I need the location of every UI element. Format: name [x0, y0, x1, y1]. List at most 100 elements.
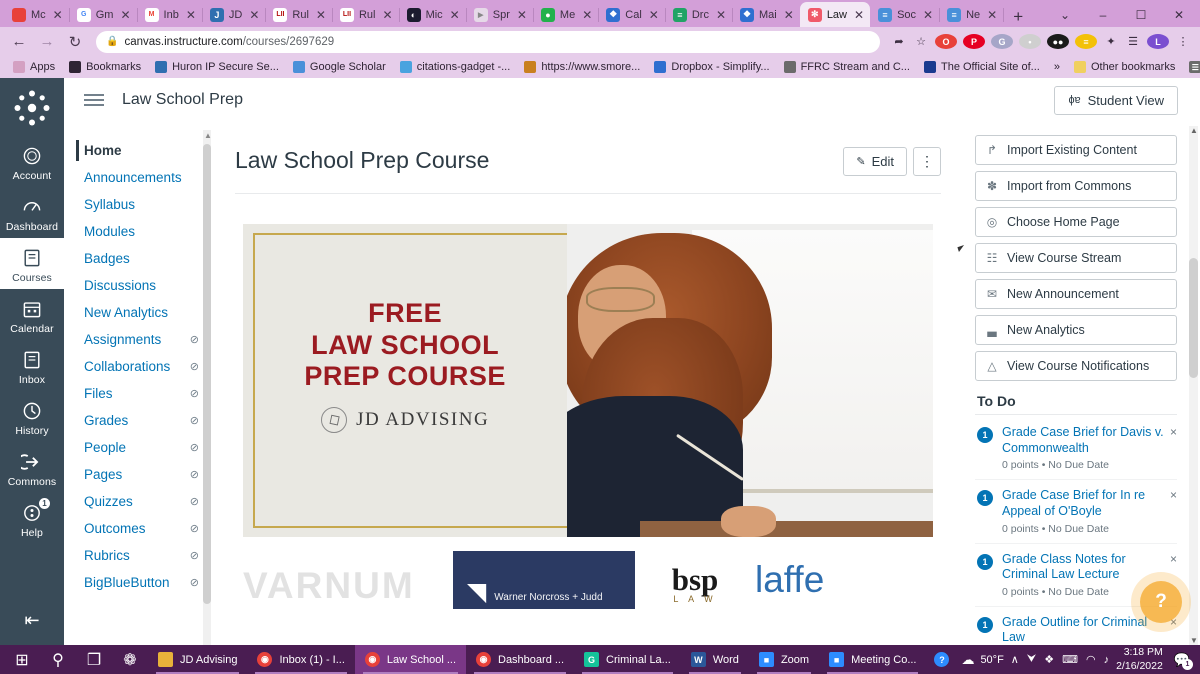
notes-extension-icon[interactable]: ≡ — [1075, 34, 1097, 49]
todo-title[interactable]: Grade Outline for Criminal Law — [1002, 615, 1165, 645]
page-scroll-up-icon[interactable]: ▲ — [1190, 126, 1198, 135]
tab-close-icon[interactable]: ✕ — [515, 9, 529, 21]
keyboard-icon[interactable]: ⌨ — [1062, 653, 1078, 666]
taskbar-app-2[interactable]: ◉ Law School ... — [354, 645, 466, 674]
task-view-icon[interactable]: ❐ — [76, 645, 112, 674]
bookmark-dropbox-simplify[interactable]: Dropbox - Simplify... — [647, 59, 776, 75]
taskbar-app-3[interactable]: ◉ Dashboard ... — [466, 645, 574, 674]
forward-button[interactable]: → — [34, 29, 60, 55]
course-nav-files[interactable]: Files ⊘ — [64, 380, 209, 407]
global-nav-inbox[interactable]: Inbox — [0, 340, 64, 391]
taskbar-help-icon[interactable]: ? — [926, 645, 957, 674]
tab-close-icon[interactable]: ✕ — [852, 9, 866, 21]
extensions-puzzle-icon[interactable]: ✦ — [1100, 31, 1122, 53]
browser-tab-12[interactable]: ✻ Law ✕ — [799, 2, 871, 27]
course-nav-syllabus[interactable]: Syllabus — [64, 191, 209, 218]
wifi-icon[interactable]: ◠ — [1086, 653, 1096, 666]
browser-tab-4[interactable]: LII Rul ✕ — [265, 2, 333, 27]
bookmark-bookmarks[interactable]: Bookmarks — [62, 59, 148, 75]
share-icon[interactable]: ➦ — [888, 31, 910, 53]
search-icon[interactable]: ⚲ — [40, 645, 76, 674]
rail-button-new-analytics[interactable]: ▃ New Analytics — [975, 315, 1177, 345]
todo-dismiss-icon[interactable]: × — [1170, 425, 1177, 439]
course-nav-scrollbar[interactable]: ▲ — [203, 130, 212, 645]
page-scrollbar[interactable]: ▲ ▼ — [1189, 126, 1198, 645]
tab-close-icon[interactable]: ✕ — [381, 9, 395, 21]
rail-button-view-course-stream[interactable]: ☷ View Course Stream — [975, 243, 1177, 273]
cortana-icon[interactable]: ❁ — [112, 645, 148, 674]
browser-tab-13[interactable]: ≡ Soc ✕ — [870, 2, 941, 27]
course-nav-rubrics[interactable]: Rubrics ⊘ — [64, 542, 209, 569]
tab-close-icon[interactable]: ✕ — [714, 9, 728, 21]
tab-close-icon[interactable]: ✕ — [921, 9, 935, 21]
bookmark-google-scholar[interactable]: Google Scholar — [286, 59, 393, 75]
reading-list-icon[interactable]: ☰ — [1122, 31, 1144, 53]
taskbar-app-4[interactable]: G Criminal La... — [574, 645, 681, 674]
scrollbar-thumb[interactable] — [203, 144, 211, 604]
bookmarks-overflow-button[interactable]: » — [1047, 59, 1067, 75]
rail-button-import-existing-content[interactable]: ↱ Import Existing Content — [975, 135, 1177, 165]
tab-close-icon[interactable]: ✕ — [647, 9, 661, 21]
address-bar[interactable]: 🔒 canvas.instructure.com/courses/2697629 — [96, 30, 880, 53]
todo-title[interactable]: Grade Class Notes for Criminal Law Lectu… — [1002, 552, 1165, 583]
course-nav-discussions[interactable]: Discussions — [64, 272, 209, 299]
browser-tab-5[interactable]: LII Rul ✕ — [332, 2, 400, 27]
todo-item[interactable]: 1 Grade Case Brief for In re Appeal of O'… — [975, 480, 1177, 544]
page-options-kebab-button[interactable]: ⋮ — [913, 147, 941, 176]
todo-title[interactable]: Grade Case Brief for In re Appeal of O'B… — [1002, 488, 1165, 519]
course-nav-quizzes[interactable]: Quizzes ⊘ — [64, 488, 209, 515]
course-nav-announcements[interactable]: Announcements — [64, 164, 209, 191]
global-nav-help[interactable]: Help 1 — [0, 493, 64, 544]
tab-close-icon[interactable]: ✕ — [247, 9, 261, 21]
help-bubble-button[interactable]: ? — [1140, 581, 1182, 623]
taskbar-app-5[interactable]: W Word — [681, 645, 749, 674]
edit-button[interactable]: ✎ Edit — [843, 147, 907, 176]
browser-tab-0[interactable]: Mc ✕ — [4, 2, 70, 27]
tab-close-icon[interactable]: ✕ — [985, 9, 999, 21]
chevron-up-icon[interactable]: ∧ — [1011, 653, 1019, 666]
browser-tab-1[interactable]: G Gm ✕ — [69, 2, 138, 27]
tabsearch-icon[interactable]: ⌄ — [1046, 8, 1084, 22]
scroll-up-arrow-icon[interactable]: ▲ — [204, 131, 212, 140]
notification-center-button[interactable]: 💬 1 — [1170, 652, 1193, 670]
tab-close-icon[interactable]: ✕ — [448, 9, 462, 21]
course-nav-collaborations[interactable]: Collaborations ⊘ — [64, 353, 209, 380]
todo-item[interactable]: 1 Grade Case Brief for Davis v. Commonwea… — [975, 417, 1177, 481]
course-nav-grades[interactable]: Grades ⊘ — [64, 407, 209, 434]
hamburger-menu-icon[interactable] — [84, 94, 104, 106]
browser-tab-3[interactable]: J JD ✕ — [202, 2, 267, 27]
close-window-button[interactable]: ✕ — [1160, 8, 1198, 22]
bookmark-apps[interactable]: Apps — [6, 59, 62, 75]
page-scrollbar-thumb[interactable] — [1189, 258, 1198, 378]
taskbar-app-7[interactable]: ■ Meeting Co... — [819, 645, 926, 674]
browser-tab-7[interactable]: ▶ Spr ✕ — [466, 2, 534, 27]
student-view-button[interactable]: ɸɐ Student View — [1054, 85, 1178, 115]
bookmark-ffrc-stream-and-c[interactable]: FFRC Stream and C... — [777, 59, 917, 75]
course-nav-new-analytics[interactable]: New Analytics — [64, 299, 209, 326]
rail-button-new-announcement[interactable]: ✉ New Announcement — [975, 279, 1177, 309]
tab-close-icon[interactable]: ✕ — [118, 9, 132, 21]
bookmark-the-official-site-of[interactable]: The Official Site of... — [917, 59, 1047, 75]
tab-close-icon[interactable]: ✕ — [184, 9, 198, 21]
course-nav-bigbluebutton[interactable]: BigBlueButton ⊘ — [64, 569, 209, 596]
reading-list-button[interactable]: ☰ Reading list — [1182, 59, 1200, 75]
rail-button-choose-home-page[interactable]: ◎ Choose Home Page — [975, 207, 1177, 237]
collapse-nav-button[interactable]: ⇤ — [24, 610, 39, 645]
course-nav-assignments[interactable]: Assignments ⊘ — [64, 326, 209, 353]
tab-close-icon[interactable]: ✕ — [51, 9, 65, 21]
tab-close-icon[interactable]: ✕ — [314, 9, 328, 21]
profile-avatar-icon[interactable]: L — [1147, 34, 1169, 49]
browser-tab-11[interactable]: ❖ Mai ✕ — [732, 2, 801, 27]
rail-button-view-course-notifications[interactable]: △ View Course Notifications — [975, 351, 1177, 381]
back-button[interactable]: ← — [6, 29, 32, 55]
taskbar-app-1[interactable]: ◉ Inbox (1) - I... — [247, 645, 354, 674]
microphone-icon[interactable]: ⮟ — [1027, 653, 1036, 666]
pinterest-extension-icon[interactable]: P — [963, 34, 985, 49]
bookmark-huron-ip-secure-se[interactable]: Huron IP Secure Se... — [148, 59, 286, 75]
todo-dismiss-icon[interactable]: × — [1170, 488, 1177, 502]
dropbox-tray-icon[interactable]: ❖ — [1044, 653, 1054, 666]
tab-close-icon[interactable]: ✕ — [580, 9, 594, 21]
global-nav-dashboard[interactable]: Dashboard — [0, 187, 64, 238]
global-nav-history[interactable]: History — [0, 391, 64, 442]
tab-close-icon[interactable]: ✕ — [782, 9, 796, 21]
